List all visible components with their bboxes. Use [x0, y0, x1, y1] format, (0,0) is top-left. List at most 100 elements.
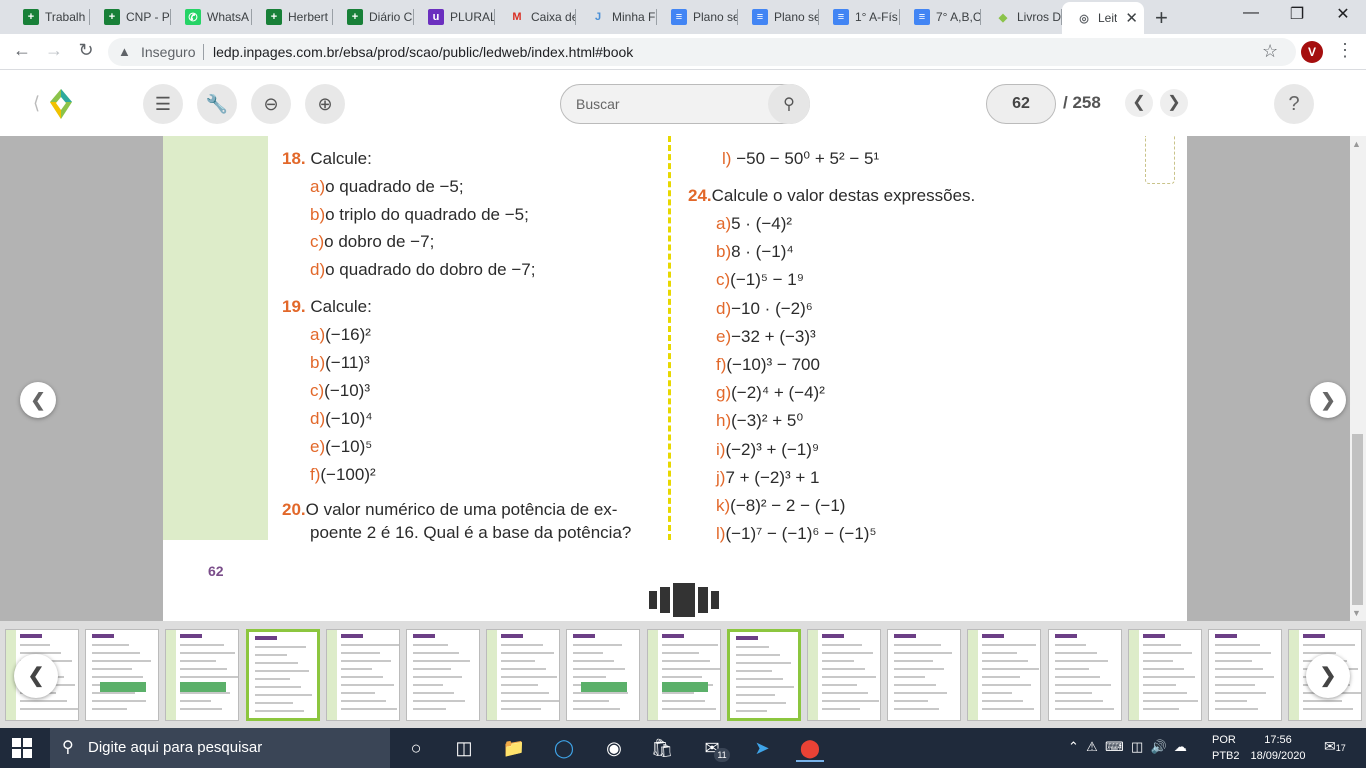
wrench-icon[interactable]: 🔧 — [197, 84, 237, 124]
browser-tab[interactable]: + Trabalh — [9, 4, 90, 30]
insecure-label[interactable]: Inseguro — [141, 44, 195, 60]
next-spread-icon[interactable]: ❯ — [1310, 382, 1346, 418]
thumbnail-text-line — [413, 708, 446, 710]
thumbnail-text-line — [573, 660, 615, 662]
thumbnails-next-icon[interactable]: ❯ — [1306, 654, 1350, 698]
thumbnail-text-line — [1142, 676, 1195, 678]
page-thumbnail[interactable] — [406, 629, 480, 721]
thumbnail-text-line — [180, 700, 212, 702]
forward-arrow-icon[interactable]: → — [42, 40, 66, 61]
close-tab-icon[interactable]: ✕ — [1125, 9, 1138, 27]
page-number-input[interactable]: 62 — [986, 84, 1056, 124]
new-tab-button[interactable]: + — [1155, 5, 1168, 31]
scrollbar-thumb[interactable] — [1352, 434, 1363, 605]
book-list-icon[interactable]: ☰ — [143, 84, 183, 124]
zoom-out-icon[interactable]: ⊖ — [251, 84, 291, 124]
chrome-icon[interactable]: ⬤ — [796, 734, 824, 762]
reload-icon[interactable]: ↻ — [74, 40, 98, 61]
browser-tab[interactable]: + Herbert — [252, 4, 333, 30]
browser-tab[interactable]: ≡ Plano se — [657, 4, 738, 30]
thumbnails-icon[interactable] — [649, 583, 719, 617]
thumbnail-text-line — [822, 692, 868, 694]
page-thumbnail[interactable] — [325, 629, 400, 721]
page-thumbnail[interactable] — [887, 629, 962, 721]
browser-tab[interactable]: + CNP - P — [90, 4, 171, 30]
page-thumbnail[interactable] — [486, 629, 561, 721]
page-thumbnail[interactable] — [566, 629, 641, 721]
system-tray-icons[interactable]: ⌃ ⚠ ⌨ ◫ 🔊 ☁ — [1068, 739, 1187, 755]
thumbnail-text-line — [413, 692, 454, 694]
search-placeholder[interactable]: Buscar — [576, 96, 620, 112]
browser-tab[interactable]: u PLURAL — [414, 4, 495, 30]
teamviewer-icon[interactable]: ➤ — [748, 734, 776, 762]
obs-icon[interactable]: ◉ — [600, 734, 628, 762]
browser-tab[interactable]: M Caixa de — [495, 4, 576, 30]
page-thumbnail[interactable] — [245, 629, 320, 721]
thumbnail-text-line — [735, 662, 791, 664]
cortana-icon[interactable]: ○ — [402, 734, 430, 762]
system-clock[interactable]: 17:56 18/09/2020 — [1246, 732, 1310, 764]
page-thumbnail[interactable] — [726, 629, 801, 721]
page-thumbnail[interactable] — [967, 629, 1042, 721]
back-chevron-icon[interactable]: ⟨ — [33, 93, 40, 114]
tab-title: CNP - P — [126, 10, 170, 24]
close-window-icon[interactable]: ✕ — [1320, 4, 1366, 24]
previous-spread-icon[interactable]: ❮ — [20, 382, 56, 418]
search-icon[interactable]: ⚲ — [768, 84, 810, 124]
zoom-in-icon[interactable]: ⊕ — [305, 84, 345, 124]
thumbnail-text-line — [1303, 700, 1343, 702]
search-icon[interactable]: ⚲ — [62, 737, 74, 757]
back-arrow-icon[interactable]: ← — [10, 40, 34, 61]
page-thumbnail[interactable] — [807, 629, 881, 721]
notification-center-icon[interactable]: ✉17 — [1324, 738, 1346, 755]
bookmark-star-icon[interactable]: ☆ — [1262, 41, 1278, 62]
page-thumbnail[interactable] — [85, 629, 160, 721]
previous-page-icon[interactable]: ❮ — [1125, 89, 1153, 117]
store-icon[interactable]: 🛍 — [648, 734, 676, 762]
edge-icon[interactable]: ◯ — [550, 734, 578, 762]
language-indicator[interactable]: POR PTB2 — [1212, 732, 1240, 764]
warning-icon[interactable]: ▲ — [118, 44, 131, 59]
file-explorer-icon[interactable]: 📁 — [500, 734, 528, 762]
ledp-logo-icon[interactable] — [48, 88, 74, 120]
scroll-up-icon[interactable]: ▲ — [1352, 139, 1361, 149]
docs-icon: ≡ — [752, 9, 768, 25]
browser-tab[interactable]: ◆ Livros D — [981, 4, 1062, 30]
tab-title: Minha F — [612, 10, 656, 24]
exercise-24-item: h)(−3)² + 5⁰ — [716, 411, 803, 431]
browser-tab[interactable]: ≡ 1° A-Fís — [819, 4, 900, 30]
page-thumbnail[interactable] — [165, 629, 240, 721]
page-thumbnail[interactable] — [1208, 629, 1282, 721]
page-thumbnail[interactable] — [1047, 629, 1122, 721]
browser-tab[interactable]: ≡ Plano se — [738, 4, 819, 30]
browser-tab[interactable]: ✆ WhatsA — [171, 4, 252, 30]
taskbar-search-placeholder[interactable]: Digite aqui para pesquisar — [88, 739, 262, 756]
thumbnail-heading — [573, 634, 596, 638]
exercise-20-line-2: poente 2 é 16. Qual é a base da potência… — [310, 523, 632, 542]
thumbnail-text-line — [180, 708, 223, 710]
page-thumbnail[interactable] — [646, 629, 721, 721]
browser-tab[interactable]: ◎ Leit ✕ — [1062, 2, 1144, 34]
maximize-icon[interactable]: ❐ — [1274, 4, 1320, 24]
scroll-down-icon[interactable]: ▼ — [1352, 608, 1361, 618]
help-button[interactable]: ? — [1274, 84, 1314, 124]
minimize-icon[interactable]: — — [1228, 4, 1274, 22]
bookmark-tab[interactable] — [1145, 136, 1175, 184]
profile-avatar[interactable]: V — [1301, 41, 1323, 63]
thumbnails-prev-icon[interactable]: ❮ — [14, 654, 58, 698]
thumbnail-text-line — [661, 652, 699, 654]
browser-tab[interactable]: ≡ 7° A,B,C — [900, 4, 981, 30]
page-thumbnail[interactable] — [1127, 629, 1202, 721]
kebab-menu-icon[interactable]: ⋮ — [1336, 40, 1354, 61]
browser-tab[interactable]: J Minha F — [576, 4, 657, 30]
thumbnail-margin — [487, 630, 498, 720]
url-text[interactable]: ledp.inpages.com.br/ebsa/prod/scao/publi… — [213, 44, 633, 60]
thumbnail-text-line — [735, 678, 783, 680]
browser-tab[interactable]: + Diário C — [333, 4, 414, 30]
docs-icon: ≡ — [914, 9, 930, 25]
next-page-icon[interactable]: ❯ — [1160, 89, 1188, 117]
thumbnail-text-line — [1054, 676, 1100, 678]
task-view-icon[interactable]: ◫ — [450, 734, 478, 762]
item-letter: l) — [722, 149, 732, 168]
windows-start-icon[interactable] — [12, 738, 32, 758]
